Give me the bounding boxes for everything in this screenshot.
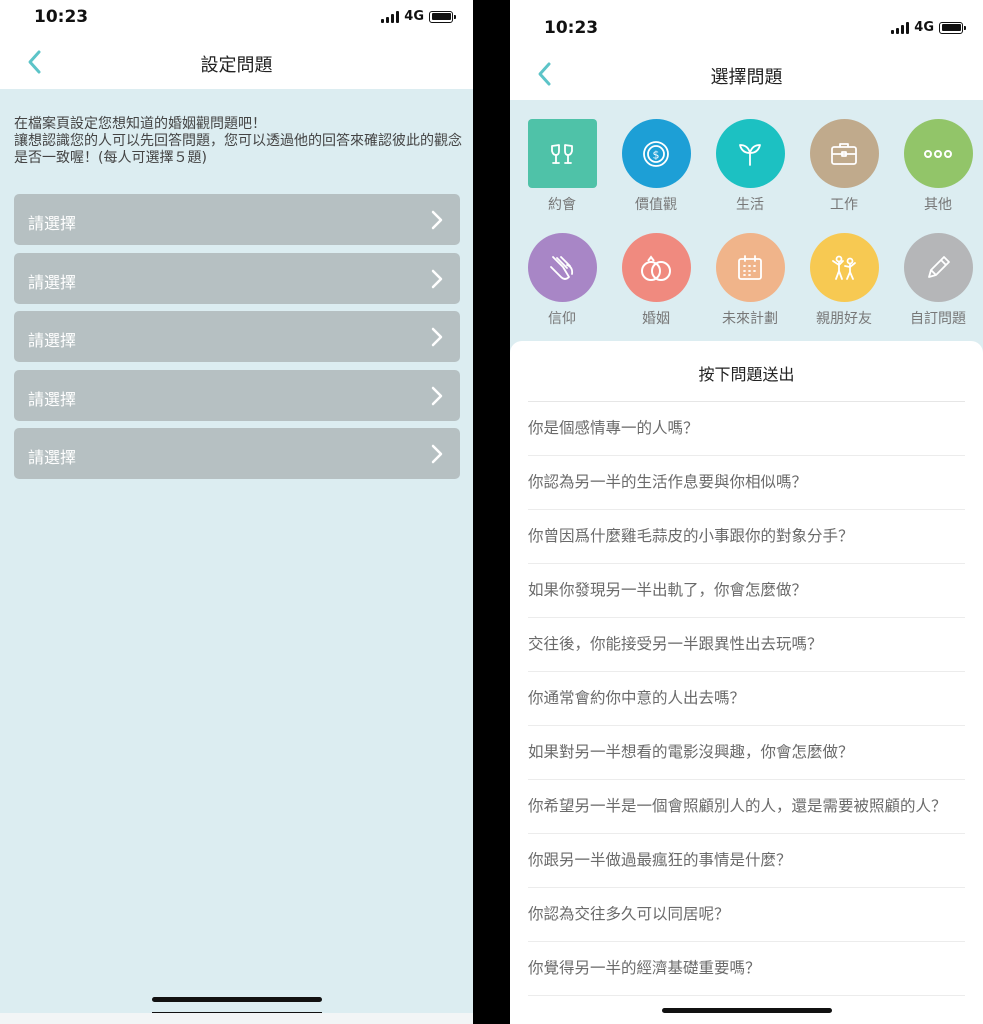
question-slot-button[interactable]: 請選擇	[14, 311, 460, 362]
category-label: 生活	[736, 197, 764, 213]
category-marriage[interactable]: 婚姻	[616, 233, 696, 328]
status-bar: 10:23 4G	[0, 0, 473, 36]
question-slot-label: 請選擇	[28, 389, 77, 409]
category-life[interactable]: 生活	[710, 119, 790, 214]
question-item[interactable]: 你覺得另一半的經濟基礎重要嗎？	[528, 942, 965, 996]
battery-icon	[939, 21, 966, 34]
status-bar: 10:23 4G	[510, 0, 983, 48]
question-item[interactable]: 你通常會約你中意的人出去嗎？	[528, 672, 965, 726]
calendar-icon	[715, 233, 785, 302]
footer-strip	[0, 1013, 473, 1024]
svg-text:$: $	[653, 148, 660, 161]
set-questions-screen: 10:23 4G 設定問題 在檔案頁設定您想知道的婚姻觀問題吧！ 讓想認識您的人…	[0, 0, 473, 1024]
signal-icon	[381, 10, 400, 23]
question-item[interactable]: 你是個感情專一的人嗎？	[528, 402, 965, 456]
category-label: 約會	[548, 197, 576, 213]
question-slot-label: 請選擇	[28, 214, 77, 233]
category-friends-family[interactable]: 親朋好友	[804, 233, 884, 328]
question-list: 你是個感情專一的人嗎？ 你認為另一半的生活作息要與你相似嗎？ 你曾因爲什麼雞毛蒜…	[528, 402, 965, 996]
category-work[interactable]: 工作	[804, 119, 884, 214]
category-label: 其他	[924, 197, 952, 213]
wine-glasses-icon	[527, 119, 597, 188]
question-sheet: 按下問題送出 你是個感情專一的人嗎？ 你認為另一半的生活作息要與你相似嗎？ 你曾…	[510, 341, 983, 1024]
category-label: 親朋好友	[816, 311, 872, 327]
question-item[interactable]: 你跟另一半做過最瘋狂的事情是什麼？	[528, 834, 965, 888]
category-other[interactable]: 其他	[898, 119, 978, 214]
more-icon	[903, 119, 973, 188]
status-indicators: 4G	[381, 9, 456, 24]
category-label: 婚姻	[642, 311, 670, 327]
friends-icon	[809, 233, 879, 302]
question-slot-button[interactable]: 請選擇	[14, 369, 460, 421]
question-item[interactable]: 交往後，你能接受另一半跟異性出去玩嗎？	[528, 618, 965, 672]
home-indicator[interactable]	[662, 1008, 832, 1013]
category-future-plans[interactable]: 未來計劃	[710, 233, 790, 328]
question-item[interactable]: 你曾因爲什麼雞毛蒜皮的小事跟你的對象分手？	[528, 510, 965, 564]
question-slot-button[interactable]: 請選擇	[14, 428, 460, 479]
chevron-right-icon	[431, 210, 443, 230]
intro-line: 在檔案頁設定您想知道的婚姻觀問題吧！	[14, 116, 266, 132]
question-item[interactable]: 如果對另一半想看的電影沒興趣，你會怎麼做？	[528, 726, 965, 780]
question-slot-button[interactable]: 請選擇	[14, 194, 460, 245]
page-title: 選擇問題	[710, 67, 783, 88]
status-time: 10:23	[34, 7, 89, 27]
question-slot-label: 請選擇	[28, 331, 77, 350]
category-grid: 約會 $ 價值觀 生活 工作 其他 信仰 婚姻 未來計劃 親朋好友 自訂問題	[510, 100, 983, 340]
status-time: 10:23	[544, 18, 599, 38]
category-faith[interactable]: 信仰	[522, 233, 602, 328]
question-item[interactable]: 你認為交往多久可以同居呢？	[528, 888, 965, 942]
question-slot-label: 請選擇	[28, 272, 77, 292]
question-item[interactable]: 如果你發現另一半出軌了，你會怎麼做？	[528, 564, 965, 618]
category-label: 價值觀	[635, 197, 677, 213]
sprout-icon	[715, 119, 785, 188]
category-label: 未來計劃	[722, 311, 778, 327]
sheet-title: 按下問題送出	[698, 365, 795, 384]
praying-hands-icon	[527, 233, 597, 302]
network-type: 4G	[404, 9, 424, 24]
nav-bar: 設定問題	[0, 36, 473, 89]
pencil-icon	[903, 233, 973, 302]
rings-icon	[621, 233, 691, 302]
chevron-right-icon	[431, 386, 443, 405]
intro-text: 在檔案頁設定您想知道的婚姻觀問題吧！ 讓想認識您的人可以先回答問題，您可以透過他…	[14, 116, 464, 167]
category-label: 自訂問題	[910, 311, 966, 327]
question-item[interactable]: 你希望另一半是一個會照顧別人的人，還是需要被照顧的人？	[528, 780, 965, 834]
category-label: 信仰	[548, 311, 576, 327]
briefcase-icon	[809, 119, 879, 188]
status-indicators: 4G	[891, 20, 966, 35]
intro-line: 讓想認識您的人可以先回答問題，您可以透過他的回答來確認彼此的觀念是否一致喔！(每…	[14, 133, 462, 166]
category-custom-question[interactable]: 自訂問題	[898, 233, 978, 328]
home-indicator[interactable]	[152, 997, 322, 1002]
category-values[interactable]: $ 價值觀	[616, 119, 696, 214]
question-item[interactable]: 你認為另一半的生活作息要與你相似嗎？	[528, 456, 965, 510]
category-label: 工作	[830, 197, 858, 213]
question-slot-button[interactable]: 請選擇	[14, 252, 460, 304]
network-type: 4G	[914, 20, 934, 35]
battery-icon	[429, 10, 456, 23]
category-dating[interactable]: 約會	[522, 119, 602, 214]
nav-bar: 選擇問題	[510, 48, 983, 100]
signal-icon	[891, 21, 910, 34]
question-slot-label: 請選擇	[28, 448, 77, 467]
page-title: 設定問題	[200, 55, 273, 76]
chevron-right-icon	[431, 269, 443, 288]
chevron-right-icon	[431, 444, 443, 464]
choose-question-screen: 10:23 4G 選擇問題 約會 $ 價值觀 生活 工作 其他 信仰 婚姻 未來…	[510, 0, 983, 1024]
question-slots: 請選擇 請選擇 請選擇 請選擇 請選擇	[14, 194, 460, 487]
chevron-right-icon	[431, 327, 443, 347]
coin-icon: $	[621, 119, 691, 188]
